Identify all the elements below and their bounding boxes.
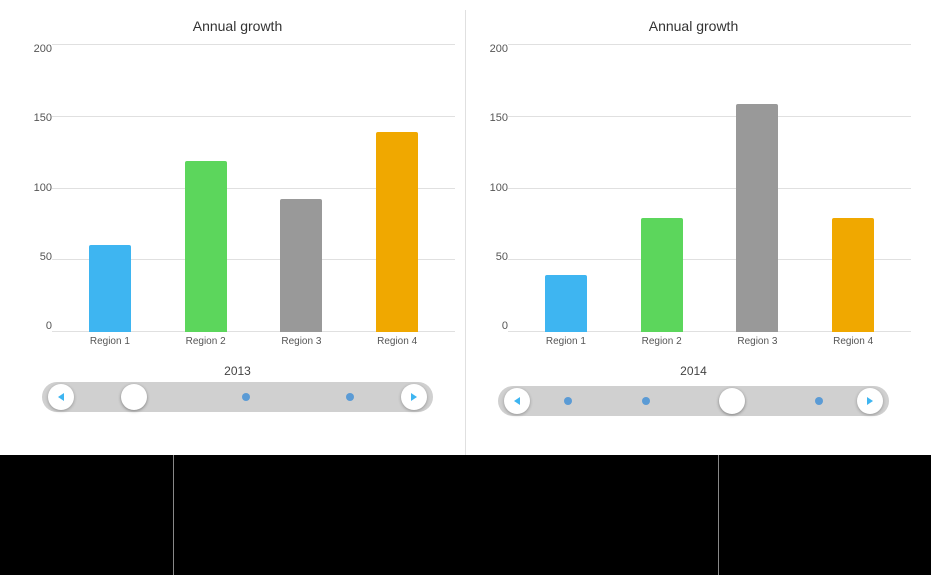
slider-2-dot-1[interactable] [564, 397, 572, 405]
x-label-r3-c1: Region 3 [254, 336, 350, 347]
chart-2-plot: Region 1 Region 2 Region 3 Region 4 [508, 40, 911, 360]
y-label-200-1: 200 [34, 44, 52, 55]
y-label-150-2: 150 [490, 113, 508, 124]
chart-2-inner: 200 150 100 50 0 [476, 40, 911, 360]
bar-r2-c2 [641, 218, 683, 332]
charts-area: Annual growth 200 150 100 50 0 [0, 0, 931, 455]
chart-1-container: Annual growth 200 150 100 50 0 [10, 10, 466, 455]
bar-r4-c2 [832, 218, 874, 332]
slider-2-dots [530, 388, 858, 414]
slider-2-dot-2[interactable] [642, 397, 650, 405]
y-label-200-2: 200 [490, 44, 508, 55]
y-label-50-1: 50 [40, 252, 52, 263]
slider-1-track [42, 382, 434, 412]
chart-1-title: Annual growth [193, 18, 283, 34]
chart-1-year: 2013 [224, 364, 251, 378]
x-label-r4-c2: Region 4 [805, 336, 901, 347]
bar-group-r2-c1 [158, 161, 254, 332]
bar-group-r1-c1 [62, 245, 158, 332]
chart-1-plot: Region 1 Region 2 Region 3 Region 4 [52, 40, 455, 360]
bar-r1-c2 [545, 275, 587, 332]
ann-line-2 [718, 455, 719, 575]
ann-line-1 [173, 455, 174, 575]
x-label-r2-c1: Region 2 [158, 336, 254, 347]
bar-r3-c1 [280, 199, 322, 332]
bar-r1-c1 [89, 245, 131, 332]
bar-group-r3-c2 [710, 104, 806, 332]
x-label-r4-c1: Region 4 [349, 336, 445, 347]
chart-2-year: 2014 [680, 364, 707, 378]
chart-1-y-axis: 200 150 100 50 0 [20, 40, 52, 360]
x-label-r1-c1: Region 1 [62, 336, 158, 347]
y-label-100-2: 100 [490, 183, 508, 194]
bottom-area [0, 455, 931, 575]
x-label-r3-c2: Region 3 [710, 336, 806, 347]
slider-2-right-btn[interactable] [857, 388, 883, 414]
bar-group-r2-c2 [614, 218, 710, 332]
chart-2-x-labels: Region 1 Region 2 Region 3 Region 4 [508, 332, 911, 360]
slider-1-thumb[interactable] [121, 384, 147, 410]
slider-2-track [498, 386, 890, 416]
slider-1-dot-2[interactable] [346, 393, 354, 401]
x-label-r1-c2: Region 1 [518, 336, 614, 347]
bar-group-r1-c2 [518, 275, 614, 332]
y-label-150-1: 150 [34, 113, 52, 124]
x-label-r2-c2: Region 2 [614, 336, 710, 347]
slider-1-dots [74, 384, 402, 410]
ann-container-1 [0, 455, 466, 575]
y-label-100-1: 100 [34, 183, 52, 194]
bar-group-r3-c1 [254, 199, 350, 332]
chart-2-title: Annual growth [649, 18, 739, 34]
chart-2-bars [508, 44, 911, 332]
bar-r2-c1 [185, 161, 227, 332]
chart-2-y-axis: 200 150 100 50 0 [476, 40, 508, 360]
slider-1-left-btn[interactable] [48, 384, 74, 410]
chart-1-bars [52, 44, 455, 332]
y-label-50-2: 50 [496, 252, 508, 263]
bar-r4-c1 [376, 132, 418, 332]
slider-1-dot-1[interactable] [242, 393, 250, 401]
chart-1-inner: 200 150 100 50 0 [20, 40, 455, 360]
ann-container-2 [466, 455, 931, 575]
bar-group-r4-c2 [805, 218, 901, 332]
slider-2-dot-3[interactable] [815, 397, 823, 405]
slider-2-left-btn[interactable] [504, 388, 530, 414]
chart-1-x-labels: Region 1 Region 2 Region 3 Region 4 [52, 332, 455, 360]
chart-2-container: Annual growth 200 150 100 50 0 [466, 10, 921, 455]
bar-group-r4-c1 [349, 132, 445, 332]
slider-2-thumb[interactable] [719, 388, 745, 414]
slider-1-right-btn[interactable] [401, 384, 427, 410]
bar-r3-c2 [736, 104, 778, 332]
